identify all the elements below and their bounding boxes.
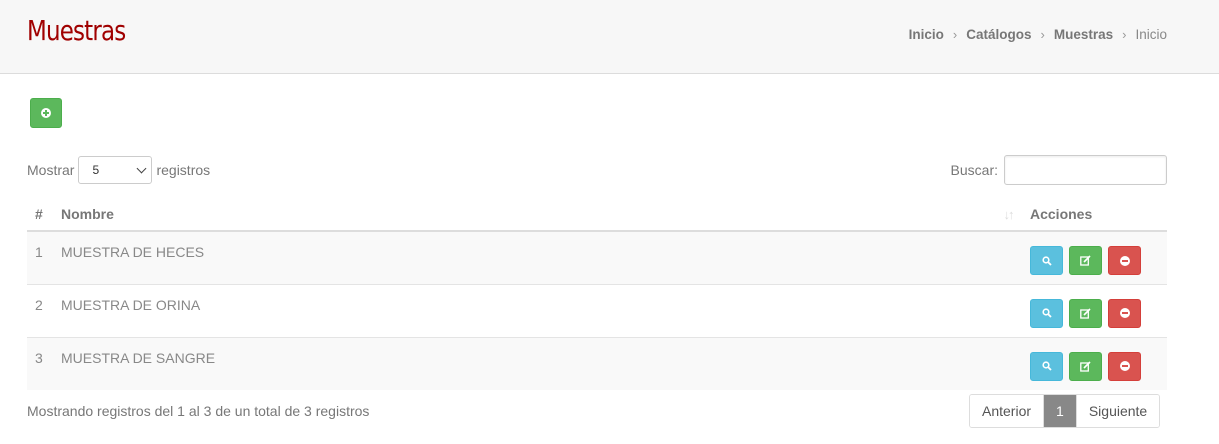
breadcrumb-separator: › [952, 27, 958, 42]
minus-circle-icon [1119, 308, 1130, 318]
edit-icon [1080, 255, 1091, 266]
page-header: Muestras Inicio › Catálogos › Muestras ›… [0, 0, 1219, 74]
edit-icon [1080, 360, 1091, 372]
table-header-row: # Nombre ↓↑ Acciones [27, 197, 1167, 232]
search-icon [1041, 255, 1052, 266]
breadcrumb-item-catalogos[interactable]: Catálogos [966, 27, 1031, 42]
delete-button[interactable] [1108, 298, 1141, 328]
length-control: Mostrar 5 registros [27, 155, 210, 185]
sort-column[interactable]: ↓↑ [994, 197, 1022, 232]
search-input[interactable] [1004, 155, 1167, 185]
delete-button[interactable] [1108, 246, 1141, 275]
table-row: 1 MUESTRA DE HECES [27, 231, 1167, 284]
search-icon [1041, 361, 1052, 371]
column-header-acciones: Acciones [1022, 197, 1167, 232]
search-label: Buscar: [950, 162, 998, 178]
breadcrumb-item-inicio[interactable]: Inicio [909, 27, 944, 42]
edit-icon [1080, 307, 1091, 319]
row-actions [1030, 244, 1159, 275]
pagination-page-1[interactable]: 1 [1043, 395, 1076, 427]
column-header-num[interactable]: # [27, 197, 53, 232]
edit-button[interactable] [1069, 246, 1102, 275]
breadcrumb-separator: › [1040, 27, 1045, 42]
column-header-nombre[interactable]: Nombre [53, 197, 994, 232]
search-control: Buscar: [951, 155, 1167, 185]
edit-button[interactable] [1069, 298, 1102, 328]
row-number: 3 [35, 349, 43, 366]
row-nombre: MUESTRA DE SANGRE [61, 349, 216, 366]
row-actions [1030, 350, 1159, 381]
view-button[interactable] [1030, 298, 1063, 328]
page-size-value: 5 [92, 163, 100, 177]
pagination-prev[interactable]: Anterior [970, 395, 1044, 427]
breadcrumb-item-current: Inicio [1135, 27, 1167, 42]
samples-table: # Nombre ↓↑ Acciones 1 MUESTRA DE HECES [27, 197, 1167, 390]
breadcrumb-separator: › [1122, 27, 1127, 42]
row-number: 1 [35, 244, 43, 260]
pagination: Anterior 1 Siguiente [969, 394, 1161, 428]
row-number: 2 [35, 296, 43, 313]
search-icon [1041, 308, 1052, 318]
page-title: Muestras [27, 14, 126, 47]
length-label-before: Mostrar [27, 162, 75, 178]
page-size-select[interactable]: 5 [78, 156, 153, 184]
pagination-next[interactable]: Siguiente [1075, 395, 1160, 427]
length-label-after: registros [156, 162, 211, 178]
add-button[interactable] [30, 98, 62, 128]
table-row: 3 MUESTRA DE SANGRE [27, 337, 1167, 390]
row-nombre: MUESTRA DE HECES [61, 244, 205, 260]
chevron-down-icon [137, 163, 147, 173]
sort-icon: ↓↑ [1003, 206, 1015, 222]
row-actions [1030, 297, 1159, 328]
row-nombre: MUESTRA DE ORINA [61, 296, 201, 313]
edit-button[interactable] [1069, 351, 1102, 381]
plus-circle-icon [41, 108, 51, 118]
breadcrumb: Inicio › Catálogos › Muestras › Inicio [909, 27, 1167, 42]
table-row: 2 MUESTRA DE ORINA [27, 284, 1167, 337]
minus-circle-icon [1119, 361, 1130, 371]
breadcrumb-item-muestras[interactable]: Muestras [1054, 27, 1113, 42]
delete-button[interactable] [1108, 351, 1141, 381]
view-button[interactable] [1030, 351, 1063, 381]
minus-circle-icon [1119, 255, 1130, 266]
table-info: Mostrando registros del 1 al 3 de un tot… [27, 403, 370, 419]
view-button[interactable] [1030, 246, 1063, 275]
